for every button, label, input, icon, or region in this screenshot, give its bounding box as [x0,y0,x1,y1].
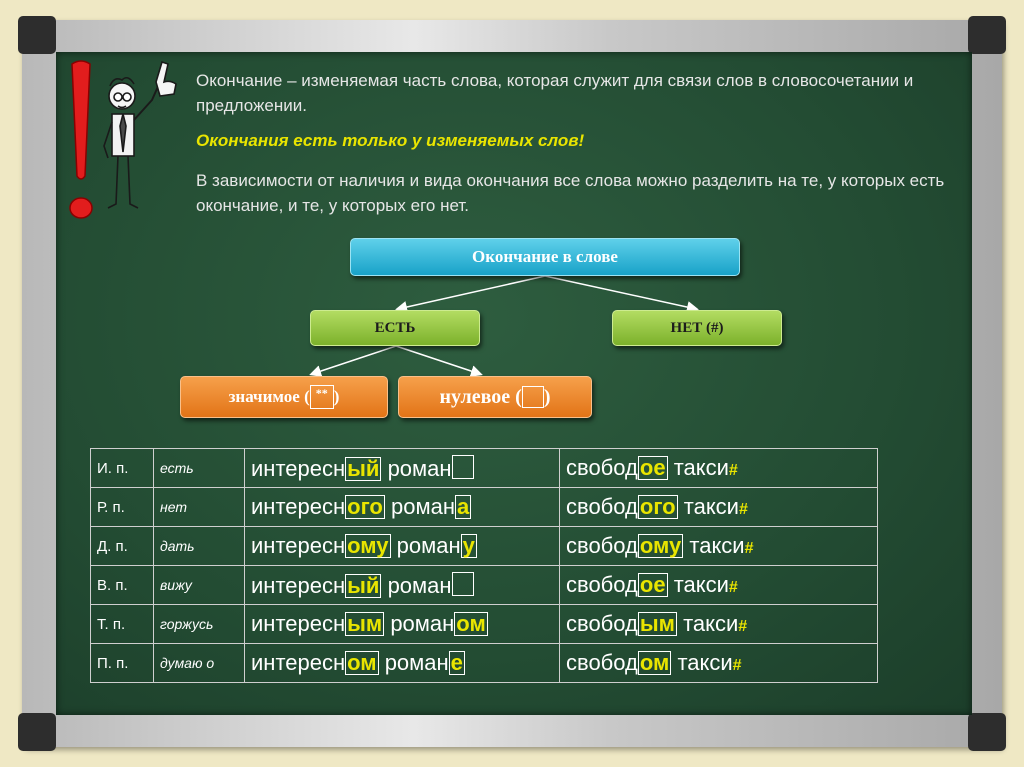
diagram-root-label: Окончание в слове [472,247,618,266]
question-word-cell: горжусь [153,604,245,644]
adjective-ending: ом [345,650,379,675]
noun-ending: а [454,494,472,519]
neuter-ending: ым [637,611,677,636]
adjective-ending: ый [345,572,382,598]
neuter-taxi-cell: свободое такси# [559,448,878,488]
adjective-noun-cell: интересный роман [244,565,560,605]
taxi-word: такси [673,572,729,597]
diagram-zero-node: нулевое ( ) [398,376,592,418]
adjective-noun-cell: интересный роман [244,448,560,488]
neuter-ending: ое [637,455,668,480]
neuter-taxi-cell: свободом такси# [559,643,878,683]
case-cell: П. п. [90,643,154,683]
noun-stem: роман [387,572,452,598]
adjective-ending: ому [345,533,391,558]
adjective-stem: интересн [251,533,346,558]
table-row: П. п. думаю о интересном романе свободом та… [90,643,878,683]
significant-ending-symbol: ** [309,385,334,409]
table-row: Д. п. дать интересному роману свободому так… [90,526,878,566]
table-row: В. п. вижу интересный роман свободое такси# [90,565,878,605]
neuter-ending: ое [637,572,668,597]
noun-stem: роман [396,533,461,558]
zero-ending-box [451,571,474,596]
taxi-word: такси [677,650,733,675]
significant-label: значимое ( [228,387,310,406]
case-cell: Р. п. [90,487,154,527]
neuter-ending: ого [637,494,678,519]
table-row: Т. п. горжусь интересным романом свободым т… [90,604,878,644]
neuter-ending: ом [637,650,672,675]
adjective-noun-cell: интересному роману [244,526,560,566]
noun-stem: роман [387,455,452,481]
case-cell: В. п. [90,565,154,605]
taxi-word: такси [683,611,739,636]
zero-mark: # [732,657,742,674]
neuter-stem: свобод [566,455,638,480]
zero-close: ) [543,385,551,408]
neuter-taxi-cell: свободому такси# [559,526,878,566]
noun-ending: у [460,533,477,558]
significant-mark: ** [315,386,328,400]
adjective-stem: интересн [251,611,346,636]
table-row: Р. п. нет интересного романа свободого такс… [90,487,878,527]
question-word-cell: вижу [153,565,245,605]
taxi-word: такси [673,455,729,480]
zero-mark: # [738,618,748,635]
taxi-word: такси [689,533,745,558]
noun-ending: ом [454,611,488,636]
adjective-ending: ый [345,455,382,481]
case-cell: Т. п. [90,604,154,644]
adjective-stem: интересн [251,455,346,481]
zero-ending-box [451,454,474,479]
neuter-taxi-cell: свободого такси# [559,487,878,527]
diagram-yes-node: ЕСТЬ [310,310,480,346]
diagram-yes-label: ЕСТЬ [374,319,416,336]
diagram-no-node: НЕТ (#) [612,310,782,346]
zero-label: нулевое ( [439,385,522,408]
taxi-word: такси [683,494,739,519]
noun-ending: е [448,650,465,675]
zero-ending-symbol [521,386,544,408]
question-word-cell: дать [153,526,245,566]
adjective-noun-cell: интересным романом [244,604,560,644]
adjective-stem: интересн [251,572,346,598]
question-word-cell: есть [153,448,245,488]
adjective-noun-cell: интересного романа [244,487,560,527]
adjective-ending: ым [345,611,385,636]
case-cell: И. п. [90,448,154,488]
zero-mark: # [728,462,738,479]
neuter-ending: ому [637,533,684,558]
diagram-no-label: НЕТ (#) [670,319,724,336]
adjective-stem: интересн [251,650,346,675]
zero-mark: # [728,579,738,596]
case-cell: Д. п. [90,526,154,566]
neuter-stem: свобод [566,650,638,675]
zero-mark: # [744,540,754,557]
table-row: И. п. есть интересный роман свободое такси# [90,448,878,488]
adjective-noun-cell: интересном романе [244,643,560,683]
neuter-stem: свобод [566,533,638,558]
declension-table: И. п. есть интересный роман свободое такси#… [90,448,878,683]
question-word-cell: нет [153,487,245,527]
neuter-stem: свобод [566,611,638,636]
diagram-significant-node: значимое ( ** ) [180,376,388,418]
diagram-root-node: Окончание в слове [350,238,740,276]
neuter-taxi-cell: свободое такси# [559,565,878,605]
neuter-taxi-cell: свободым такси# [559,604,878,644]
question-word-cell: думаю о [153,643,245,683]
noun-stem: роман [391,494,455,519]
neuter-stem: свобод [566,572,638,597]
zero-mark: # [738,501,748,518]
significant-close: ) [333,387,340,406]
adjective-ending: ого [345,494,385,519]
neuter-stem: свобод [566,494,638,519]
noun-stem: роман [384,650,449,675]
noun-stem: роман [390,611,455,636]
adjective-stem: интересн [251,494,346,519]
